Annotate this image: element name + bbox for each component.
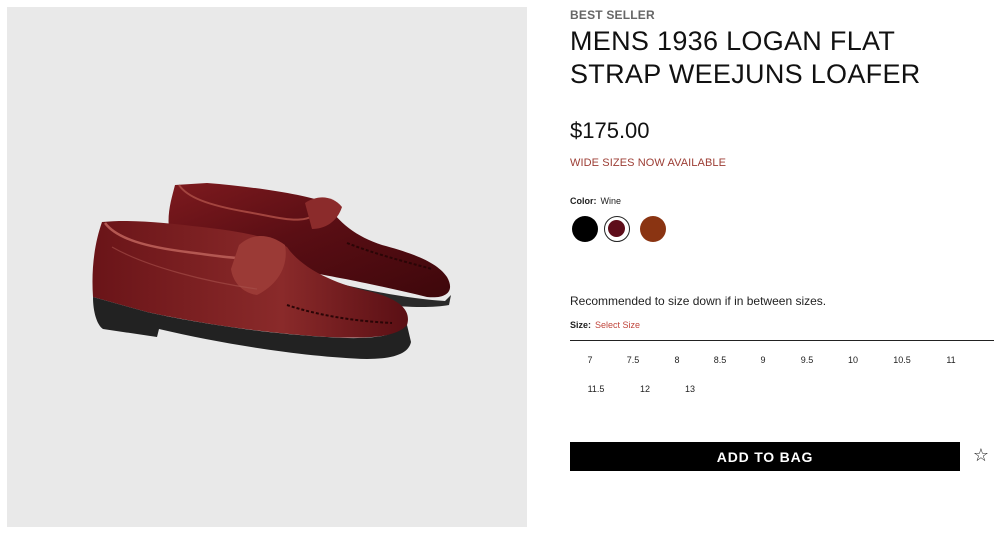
swatch-brown-fill [640, 216, 666, 242]
size-option-12[interactable]: 12 [625, 379, 665, 399]
wide-sizes-note: WIDE SIZES NOW AVAILABLE [570, 157, 727, 169]
size-option-8-5[interactable]: 8.5 [700, 350, 740, 370]
size-label-row: Size: Select Size [570, 320, 640, 330]
size-option-9[interactable]: 9 [743, 350, 783, 370]
color-label-row: Color: Wine [570, 196, 621, 206]
select-size-prompt: Select Size [595, 320, 641, 330]
size-advice: Recommended to size down if in between s… [570, 294, 827, 308]
swatch-black[interactable] [572, 216, 598, 242]
size-divider [570, 340, 994, 341]
selected-color-name: Wine [600, 196, 622, 206]
color-swatches [570, 216, 690, 246]
size-option-10[interactable]: 10 [833, 350, 873, 370]
size-option-11-5[interactable]: 11.5 [576, 379, 616, 399]
color-label: Color: [570, 196, 597, 206]
loafer-pair-image [92, 183, 451, 359]
size-option-13[interactable]: 13 [670, 379, 710, 399]
product-price: $175.00 [570, 118, 650, 143]
size-option-9-5[interactable]: 9.5 [787, 350, 827, 370]
size-option-11[interactable]: 11 [931, 350, 971, 370]
wishlist-star-icon[interactable]: ☆ [972, 444, 990, 466]
swatch-black-fill [572, 216, 598, 242]
size-option-8[interactable]: 8 [657, 350, 697, 370]
swatch-wine-fill [608, 220, 625, 237]
swatch-wine[interactable] [604, 216, 630, 242]
size-option-7[interactable]: 7 [570, 350, 610, 370]
product-title: MENS 1936 LOGAN FLAT STRAP WEEJUNS LOAFE… [570, 26, 921, 89]
add-to-bag-button[interactable]: ADD TO BAG [570, 442, 960, 471]
best-seller-badge: BEST SELLER [570, 8, 655, 22]
size-options: 7 7.5 8 8.5 9 9.5 10 10.5 11 11.5 12 13 [570, 350, 1000, 410]
size-option-7-5[interactable]: 7.5 [613, 350, 653, 370]
size-option-10-5[interactable]: 10.5 [882, 350, 922, 370]
size-label: Size: [570, 320, 592, 330]
swatch-brown[interactable] [640, 216, 666, 242]
product-image[interactable] [7, 7, 527, 527]
